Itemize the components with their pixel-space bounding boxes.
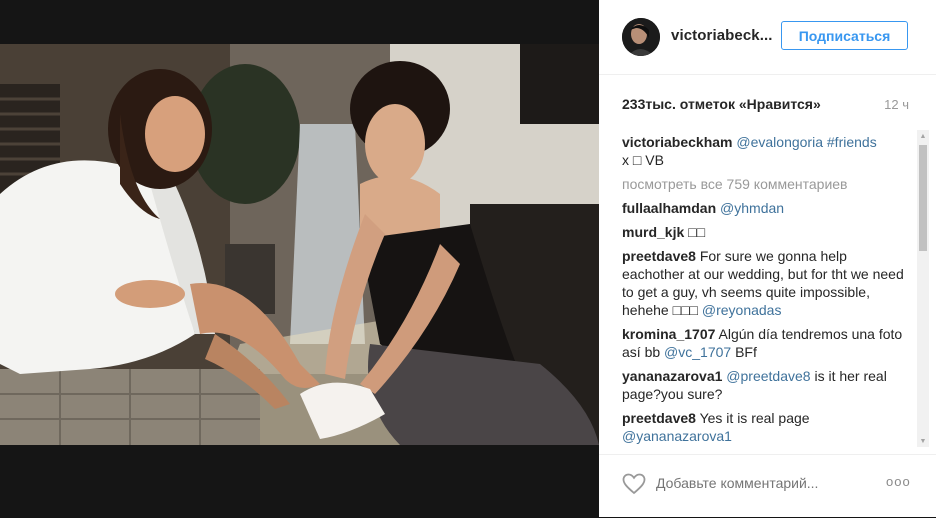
comment-mention[interactable]: @preetdave8 (726, 368, 810, 384)
likes-count[interactable]: 233тыс. отметок «Нравится» (622, 96, 821, 112)
comment-mention[interactable]: @evalongoria (736, 134, 823, 150)
comment-author[interactable]: victoriabeckham (622, 134, 733, 150)
comment-mention[interactable]: @yananazarova1 (622, 428, 732, 444)
post-author-username[interactable]: victoriabeck... (671, 27, 773, 44)
caption: victoriabeckham @evalongoria #friends x … (622, 133, 912, 169)
post-photo-image (0, 44, 599, 445)
comment-text: Yes it is real page (699, 410, 810, 426)
comment-author[interactable]: preetdave8 (622, 410, 696, 426)
comments-scrollbar[interactable]: ▲ ▼ (917, 130, 929, 447)
scroll-down-arrow-icon[interactable]: ▼ (917, 435, 929, 447)
list-item: murd_kjk □□ (622, 223, 912, 241)
heart-outline-icon[interactable] (622, 473, 646, 495)
follow-button[interactable]: Подписаться (781, 21, 908, 50)
scroll-thumb[interactable] (919, 145, 927, 251)
list-item: yananazarova1 @preetdave8 is it her real… (622, 367, 912, 403)
avatar[interactable] (622, 18, 660, 56)
comments-list: victoriabeckham @evalongoria #friends x … (622, 133, 912, 451)
list-item: kromina_1707 Algún día tendremos una fot… (622, 325, 912, 361)
post-time[interactable]: 12 ч (884, 97, 909, 112)
comment-text: □□ (688, 224, 706, 240)
post-photo[interactable] (0, 44, 599, 445)
post-footer: ooo (599, 454, 936, 518)
comment-mention[interactable]: @yhmdan (720, 200, 784, 216)
comment-text-after: BFf (735, 344, 757, 360)
comment-author[interactable]: preetdave8 (622, 248, 696, 264)
comment-author[interactable]: fullaalhamdan (622, 200, 716, 216)
view-all-comments-link[interactable]: посмотреть все 759 комментариев (622, 175, 912, 193)
comment-author[interactable]: yananazarova1 (622, 368, 722, 384)
comment-hashtag[interactable]: #friends (827, 134, 877, 150)
scroll-up-arrow-icon[interactable]: ▲ (917, 130, 929, 142)
list-item: fullaalhamdan @yhmdan (622, 199, 912, 217)
comment-text: x □ VB (622, 152, 664, 168)
post-header: victoriabeck... Подписаться (599, 0, 936, 75)
list-item: preetdave8 For sure we gonna help eachot… (622, 247, 912, 319)
list-item: preetdave8 Yes it is real page @yananaza… (622, 409, 912, 445)
comment-mention[interactable]: @vc_1707 (664, 344, 731, 360)
post-side-panel: victoriabeck... Подписаться 233тыс. отме… (599, 0, 936, 517)
comment-mention[interactable]: @reyonadas (702, 302, 782, 318)
comment-author[interactable]: murd_kjk (622, 224, 684, 240)
comment-author[interactable]: kromina_1707 (622, 326, 715, 342)
more-options-icon[interactable]: ooo (886, 474, 911, 489)
avatar-image (622, 18, 660, 56)
add-comment-input[interactable] (656, 475, 856, 491)
